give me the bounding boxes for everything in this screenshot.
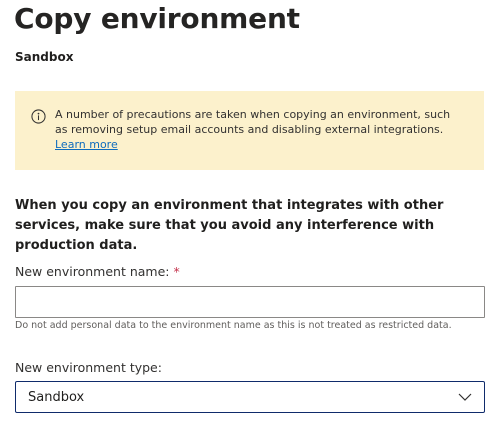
environment-type-label: New environment type: <box>15 360 162 375</box>
info-message: A number of precautions are taken when c… <box>55 108 451 136</box>
info-text: A number of precautions are taken when c… <box>55 107 465 152</box>
lead-text: When you copy an environment that integr… <box>15 198 444 253</box>
environment-name-helper: Do not add personal data to the environm… <box>15 320 452 331</box>
info-icon <box>31 109 46 124</box>
environment-name-input[interactable] <box>15 286 485 318</box>
chevron-down-icon <box>458 393 472 401</box>
page-subtitle: Sandbox <box>15 50 74 64</box>
learn-more-link[interactable]: Learn more <box>55 138 118 151</box>
page-title: Copy environment <box>14 2 300 35</box>
environment-name-label: New environment name: * <box>15 264 180 279</box>
environment-name-label-text: New environment name: <box>15 264 170 279</box>
environment-type-value: Sandbox <box>28 390 85 405</box>
environment-type-dropdown[interactable]: Sandbox <box>15 381 485 413</box>
required-marker: * <box>173 264 180 279</box>
info-banner: A number of precautions are taken when c… <box>15 91 484 170</box>
